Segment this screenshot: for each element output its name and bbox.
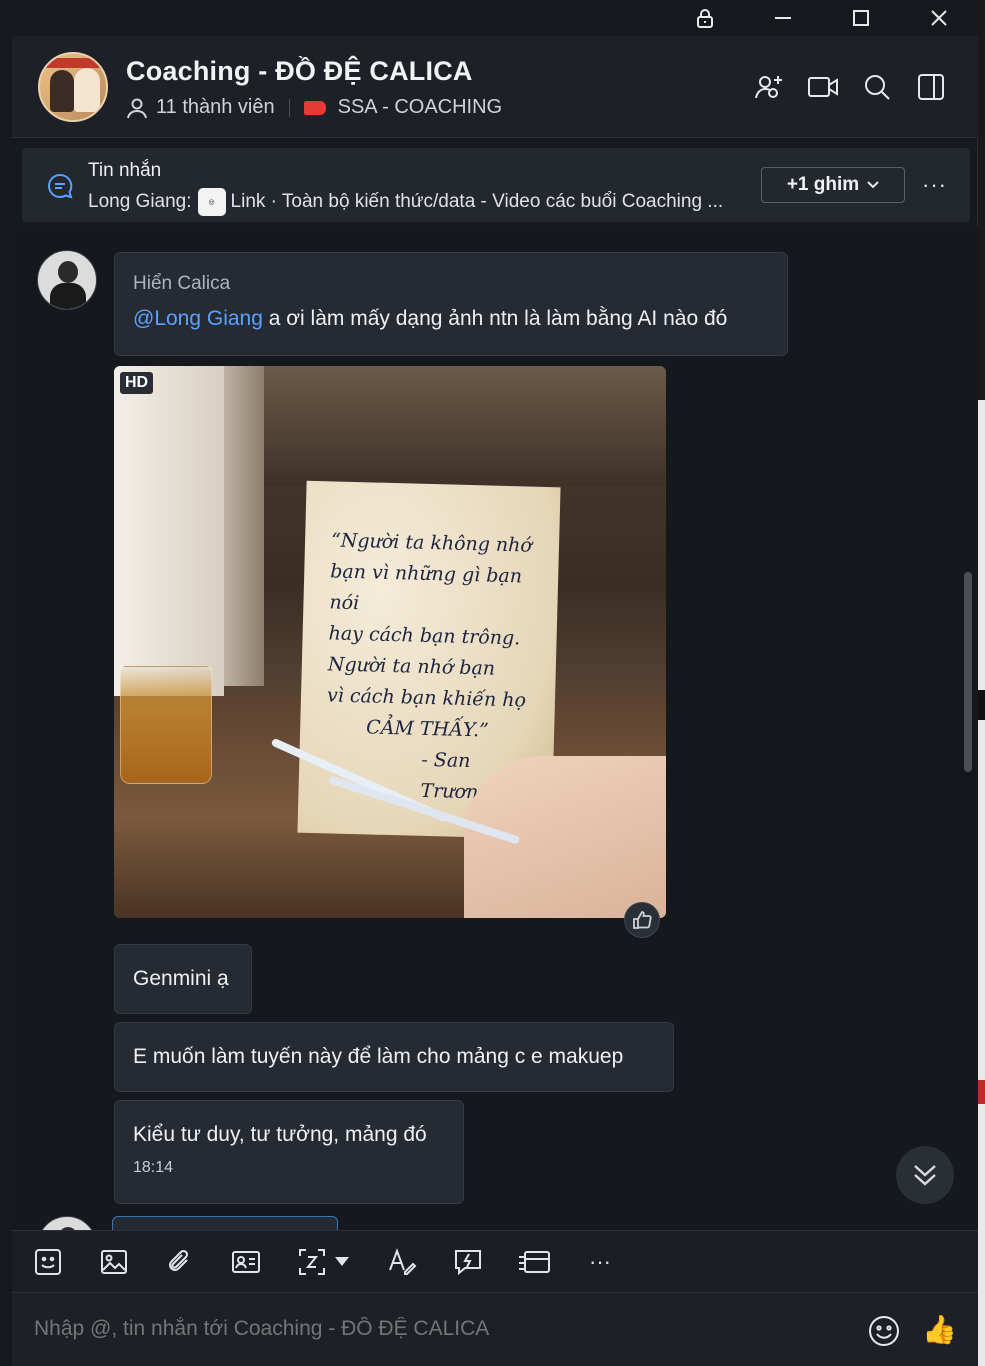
lock-icon[interactable] [690,4,720,32]
message-bubble[interactable]: Kiểu tư duy, tư tưởng, mảng đó 18:14 [114,1100,464,1204]
group-avatar[interactable] [38,52,108,122]
attachment-icon[interactable] [162,1245,198,1279]
image-icon[interactable] [96,1245,132,1279]
message-composer: 👍 [12,1292,978,1366]
search-icon[interactable] [860,70,894,104]
pinned-title: Tin nhắn [88,160,162,181]
pin-count-button[interactable]: +1 ghim [761,167,905,203]
background-window-edge [978,0,985,1366]
emoji-icon[interactable] [868,1315,900,1352]
message-list[interactable]: Hiển Calica @Long Giang a ơi làm mấy dạn… [12,226,978,1230]
quote-line: vì cách bạn khiến họ [326,684,527,712]
member-count[interactable]: 11 thành viên [156,96,275,119]
text-format-icon[interactable] [384,1245,420,1279]
minimize-icon[interactable] [768,4,798,32]
message-text: Genmini ạ [133,967,229,990]
hd-badge: HD [120,372,154,394]
close-icon[interactable] [924,4,954,32]
title-bar [0,0,978,36]
dropdown-icon[interactable] [330,1245,354,1279]
pinned-sender: Long Giang: [88,191,192,212]
sticker-icon[interactable] [30,1245,66,1279]
quick-message-icon[interactable] [450,1245,486,1279]
pin-count-label: +1 ghim [786,174,860,195]
maximize-icon[interactable] [846,4,876,32]
message-text: @Long Giang a ơi làm mấy dạng ảnh ntn là… [133,307,769,331]
pinned-text: Link · Toàn bộ kiến thức/data - Video cá… [230,191,724,212]
message-body: a ơi làm mấy dạng ảnh ntn là làm bằng AI… [262,307,728,330]
add-member-icon[interactable] [752,70,786,104]
message-bubble[interactable]: Genmini ạ [114,944,252,1014]
pinned-message-bar[interactable]: Tin nhắn Long Giang: ◎ Link · Toàn bộ ki… [22,148,970,222]
card-icon[interactable] [516,1245,552,1279]
tag-icon [303,100,326,115]
contact-card-icon[interactable] [228,1245,264,1279]
pinned-more-button[interactable]: ··· [922,172,947,198]
like-button[interactable] [624,902,660,938]
message-timestamp: 18:14 [133,1159,174,1176]
scrollbar-thumb[interactable] [964,572,972,772]
members-icon [126,97,148,119]
message-text: E muốn làm tuyến này để làm cho mảng c e… [133,1045,624,1068]
pinned-preview: Long Giang: ◎ Link · Toàn bộ kiến thức/d… [88,188,723,216]
tag-label[interactable]: SSA - COACHING [338,96,502,119]
quick-like-button[interactable]: 👍 [922,1313,957,1346]
sender-avatar[interactable] [37,1216,97,1230]
link-thumbnail-icon: ◎ [197,188,226,216]
mention-link[interactable]: @Long Giang [133,307,263,330]
screenshot-icon[interactable] [294,1245,330,1279]
more-icon[interactable]: ··· [582,1245,618,1279]
composer-toolbar: ··· [12,1230,978,1292]
message-bubble-partial[interactable] [112,1216,338,1230]
chevron-down-icon [867,181,879,189]
message-bubble[interactable]: Hiển Calica @Long Giang a ơi làm mấy dạn… [114,252,788,356]
sender-name[interactable]: Hiển Calica [133,273,769,295]
message-text: Kiểu tư duy, tư tưởng, mảng đó [133,1123,427,1146]
conversation-header: Coaching - ĐỒ ĐỆ CALICA 11 thành viên SS… [12,36,978,138]
sidebar-toggle-icon[interactable] [914,70,948,104]
chat-window: Coaching - ĐỒ ĐỆ CALICA 11 thành viên SS… [0,0,978,1366]
message-input[interactable] [34,1317,834,1341]
video-call-icon[interactable] [806,70,840,104]
double-chevron-down-icon [914,1165,936,1186]
divider [288,98,290,117]
conversation-title[interactable]: Coaching - ĐỒ ĐỆ CALICA [126,56,473,87]
image-message[interactable]: “Người ta không nhớ bạn vì những gì bạn … [114,366,666,918]
conversation-subtitle: 11 thành viên SSA - COACHING [126,96,502,119]
quote-line: bạn vì những gì bạn nói [329,560,523,615]
sender-avatar[interactable] [37,250,97,310]
message-bubble[interactable]: E muốn làm tuyến này để làm cho mảng c e… [114,1022,674,1092]
thumbs-up-icon [633,911,652,929]
scroll-to-bottom-button[interactable] [896,1146,954,1204]
chat-bubble-icon [46,172,74,205]
